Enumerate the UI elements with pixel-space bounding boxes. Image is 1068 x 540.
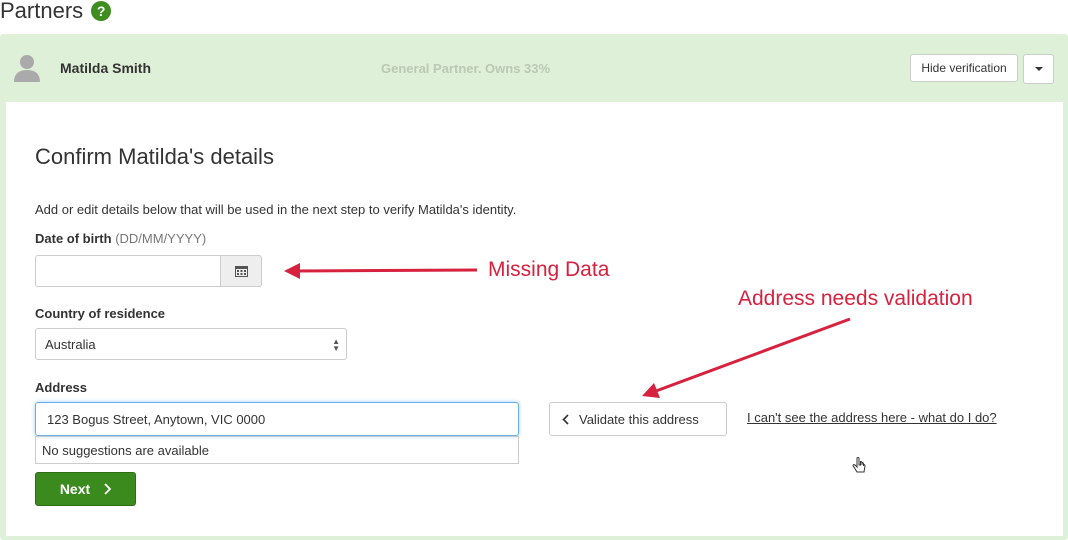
page-title: Partners ?: [0, 0, 112, 24]
form-heading: Confirm Matilda's details: [35, 144, 274, 169]
validate-label: Validate this address: [579, 411, 699, 427]
address-suggestions: No suggestions are available: [35, 436, 519, 464]
dob-label-text: Date of birth: [35, 231, 112, 246]
dob-hint: (DD/MM/YYYY): [115, 231, 207, 246]
calendar-button[interactable]: [221, 255, 262, 287]
calendar-icon: [234, 266, 248, 277]
address-label: Address: [35, 380, 88, 395]
address-help-link[interactable]: I can't see the address here - what do I…: [747, 410, 997, 425]
country-select[interactable]: Australia ▲ ▼: [35, 328, 347, 360]
partner-role: General Partner. Owns 33%: [381, 61, 551, 76]
validate-address-button[interactable]: Validate this address: [549, 402, 727, 436]
options-dropdown-button[interactable]: [1023, 54, 1054, 84]
annotation-missing-data: Missing Data: [488, 258, 610, 281]
help-icon[interactable]: ?: [91, 1, 112, 21]
country-value: Australia: [45, 337, 96, 352]
hide-verification-button[interactable]: Hide verification: [910, 54, 1018, 82]
dob-label: Date of birth (DD/MM/YYYY): [35, 231, 206, 246]
annotation-address-validation: Address needs validation: [738, 287, 973, 310]
form-intro: Add or edit details below that will be u…: [35, 202, 517, 217]
dob-input[interactable]: [35, 255, 221, 287]
avatar-icon: [14, 55, 40, 82]
hand-cursor-icon: [852, 457, 866, 473]
partner-header: Matilda Smith General Partner. Owns 33% …: [0, 34, 1068, 102]
address-input[interactable]: 123 Bogus Street, Anytown, VIC 0000: [35, 402, 519, 436]
chevron-left-icon: [562, 413, 569, 425]
details-card: Confirm Matilda's details Add or edit de…: [6, 102, 1063, 536]
chevron-right-icon: [104, 483, 112, 495]
page-title-text: Partners: [0, 0, 84, 23]
next-button[interactable]: Next: [35, 472, 136, 506]
next-label: Next: [59, 481, 91, 497]
partner-name: Matilda Smith: [60, 60, 152, 76]
select-arrows-icon: ▲ ▼: [332, 337, 340, 353]
country-label: Country of residence: [35, 306, 166, 321]
caret-down-icon: [1034, 67, 1043, 71]
